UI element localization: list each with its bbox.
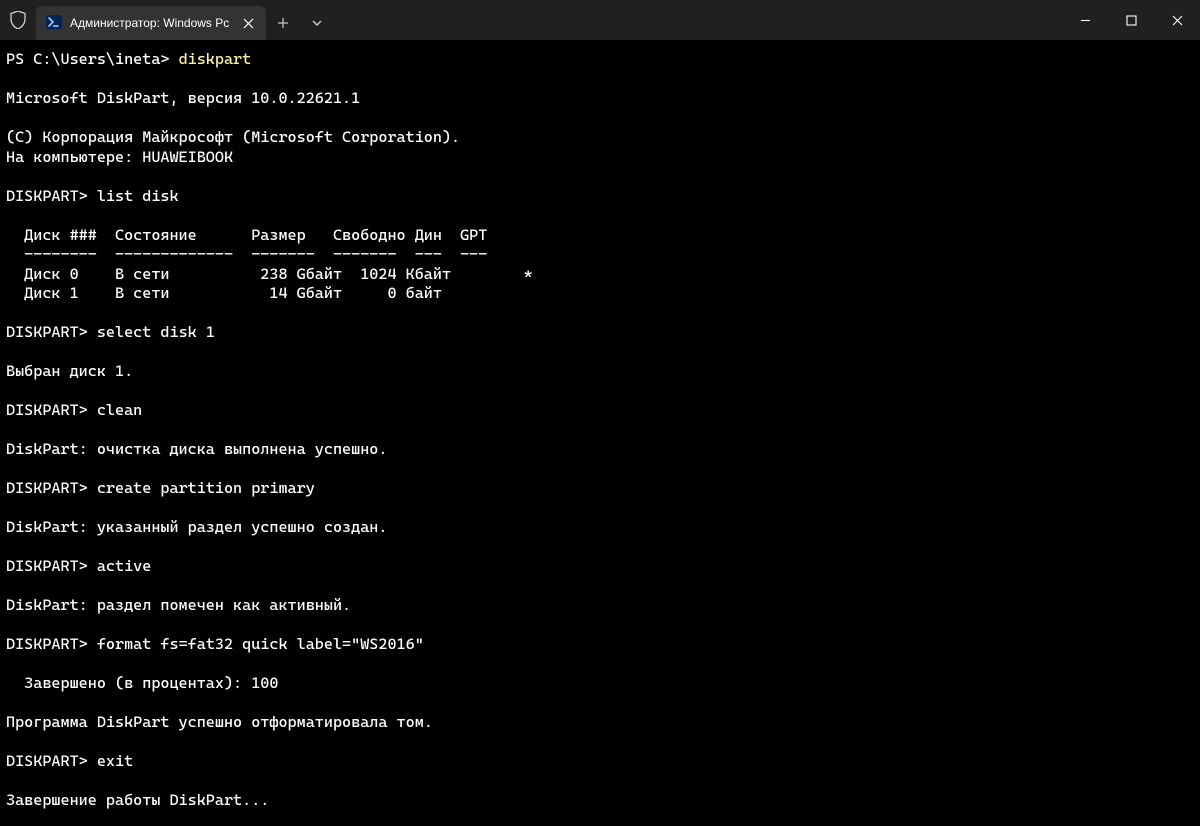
ps-command: diskpart [179, 50, 252, 68]
table-row: Диск 0 В сети 238 Gбайт 1024 Кбайт * [6, 265, 533, 283]
maximize-button[interactable] [1108, 0, 1154, 40]
new-tab-button[interactable] [266, 6, 300, 40]
diskpart-prompt: DISKPART> [6, 187, 97, 205]
output-line: Microsoft DiskPart, версия 10.0.22621.1 [6, 89, 360, 107]
output-line: На компьютере: HUAWEIBOOK [6, 148, 233, 166]
tab-dropdown-button[interactable] [300, 6, 334, 40]
titlebar: Администратор: Windows Pc [0, 0, 1200, 40]
output-line: DiskPart: раздел помечен как активный. [6, 596, 351, 614]
diskpart-prompt: DISKPART> [6, 557, 97, 575]
tab-title: Администратор: Windows Pc [70, 16, 232, 30]
diskpart-command: format fs=fat32 quick label="WS2016" [97, 635, 424, 653]
terminal-output[interactable]: PS C:\Users\ineta> diskpart Microsoft Di… [0, 40, 1200, 826]
table-divider: -------- ------------- ------- ------- -… [6, 245, 487, 263]
powershell-icon [46, 14, 62, 33]
close-icon [1172, 15, 1183, 26]
plus-icon [277, 17, 289, 29]
output-line: (C) Корпорация Майкрософт (Microsoft Cor… [6, 128, 460, 146]
output-line: Программа DiskPart успешно отформатирова… [6, 713, 433, 731]
diskpart-command: select disk 1 [97, 323, 215, 341]
minimize-button[interactable] [1062, 0, 1108, 40]
diskpart-prompt: DISKPART> [6, 323, 97, 341]
diskpart-prompt: DISKPART> [6, 479, 97, 497]
diskpart-prompt: DISKPART> [6, 635, 97, 653]
close-window-button[interactable] [1154, 0, 1200, 40]
output-line: Выбран диск 1. [6, 362, 133, 380]
shield-icon [0, 0, 36, 40]
close-tab-button[interactable] [240, 15, 256, 31]
table-row: Диск 1 В сети 14 Gбайт 0 байт [6, 284, 442, 302]
diskpart-command: create partition primary [97, 479, 315, 497]
ps-prompt: PS C:\Users\ineta> [6, 50, 179, 68]
window-controls [1062, 0, 1200, 40]
minimize-icon [1080, 15, 1091, 26]
diskpart-command: clean [97, 401, 142, 419]
output-line: Завершение работы DiskPart... [6, 791, 269, 809]
close-icon [243, 18, 254, 29]
output-line: DiskPart: очистка диска выполнена успешн… [6, 440, 387, 458]
chevron-down-icon [311, 17, 323, 29]
maximize-icon [1126, 15, 1137, 26]
titlebar-left: Администратор: Windows Pc [0, 0, 1062, 40]
tab-active[interactable]: Администратор: Windows Pc [36, 6, 266, 40]
output-line: DiskPart: указанный раздел успешно созда… [6, 518, 387, 536]
diskpart-command: list disk [97, 187, 179, 205]
table-header: Диск ### Состояние Размер Свободно Дин G… [6, 226, 487, 244]
output-line: Завершено (в процентах): 100 [6, 674, 278, 692]
diskpart-prompt: DISKPART> [6, 401, 97, 419]
diskpart-command: exit [97, 752, 133, 770]
diskpart-prompt: DISKPART> [6, 752, 97, 770]
diskpart-command: active [97, 557, 152, 575]
